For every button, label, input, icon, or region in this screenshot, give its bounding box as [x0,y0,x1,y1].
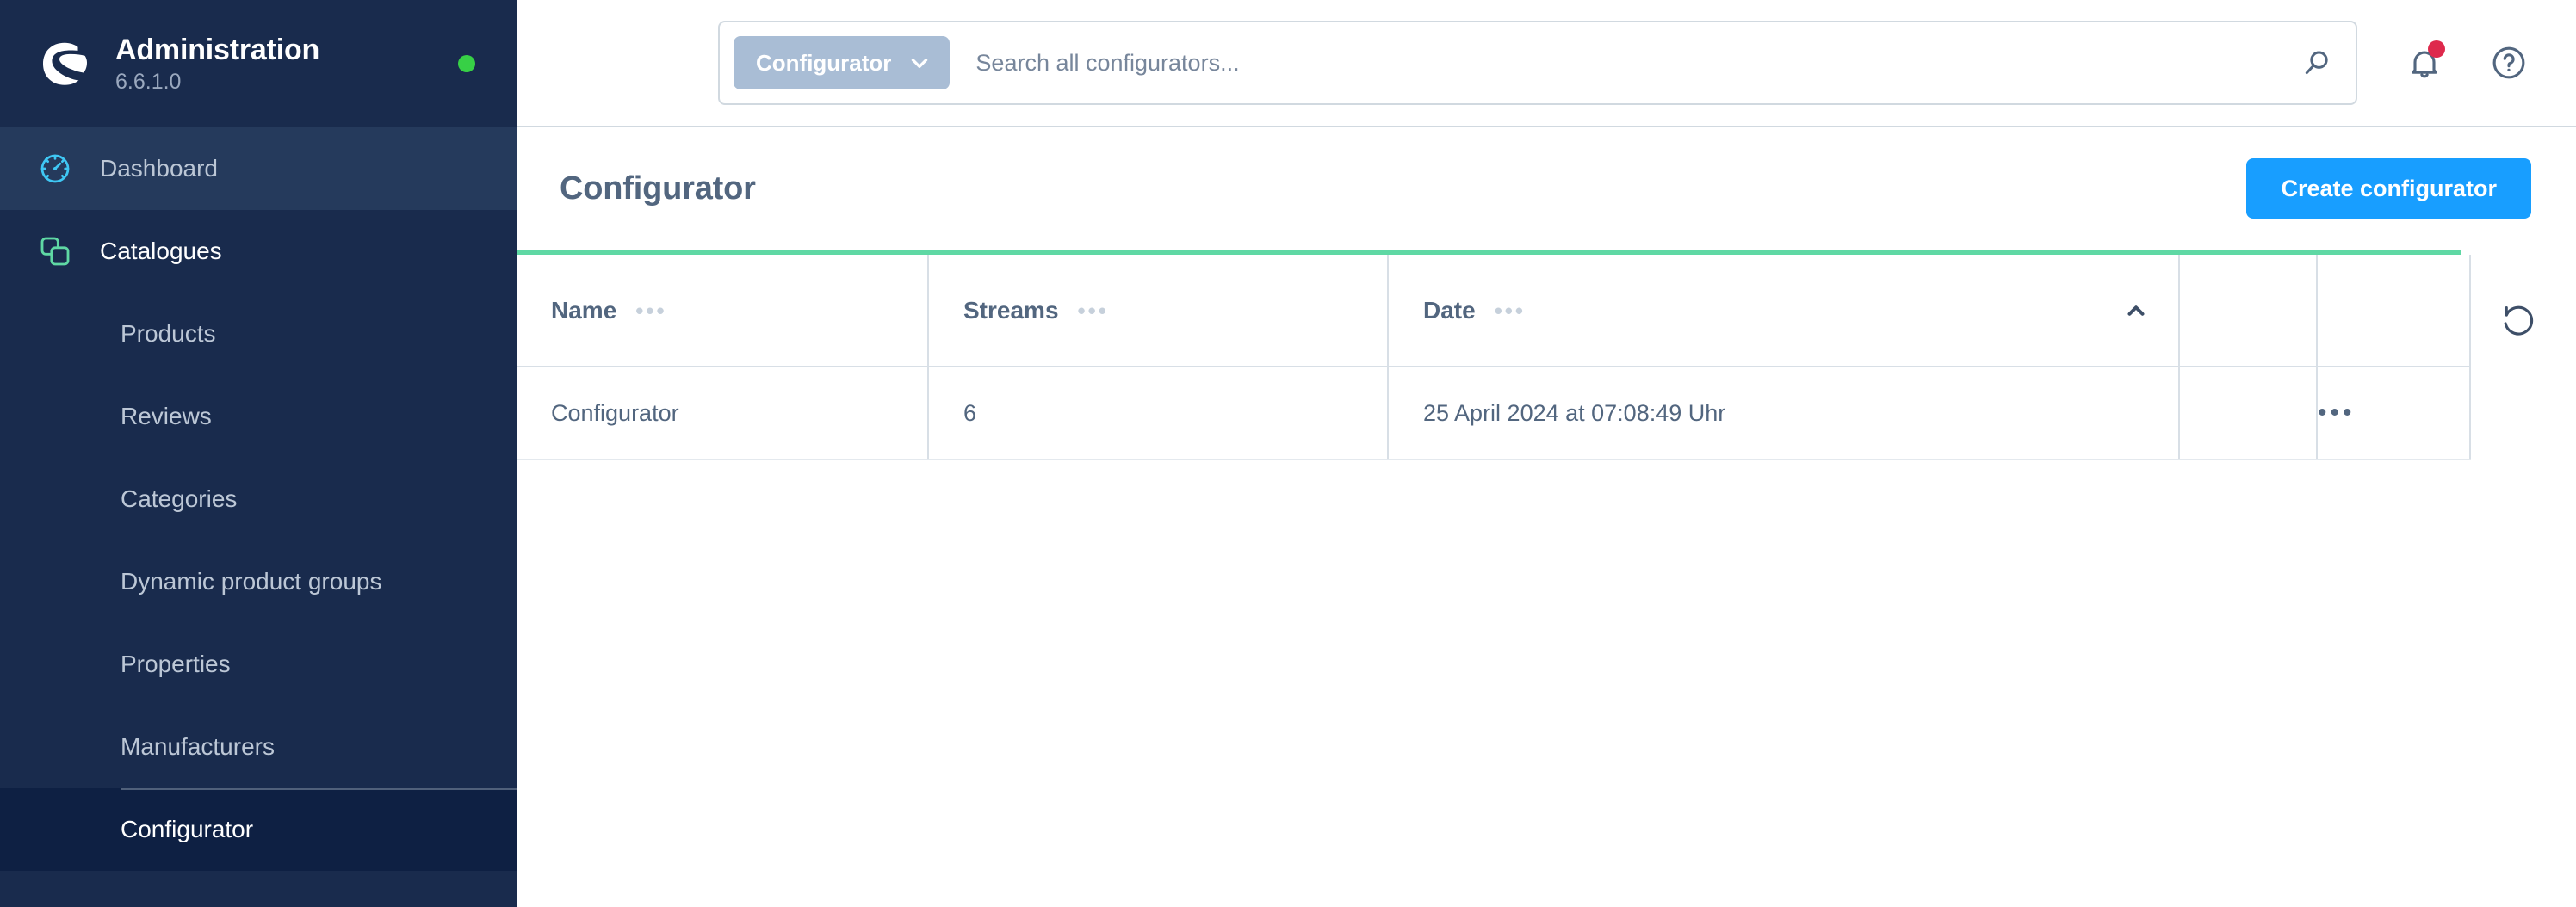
app-version: 6.6.1.0 [115,69,182,94]
table-side-controls [2461,250,2576,907]
sidebar-item-properties[interactable]: Properties [0,623,517,706]
table-area: Name ••• Streams ••• Date ••• Configurat… [517,250,2576,907]
sidebar-item-label: Properties [121,651,231,677]
table-row[interactable]: Configurator 6 25 April 2024 at 07:08:49… [517,367,2471,460]
column-options-icon[interactable]: ••• [1078,299,1109,322]
search-scope-label: Configurator [756,50,892,76]
sidebar-item-label: Catalogues [100,238,222,264]
column-header-spacer-1 [2179,255,2318,367]
table-header-row: Name ••• Streams ••• Date ••• [517,255,2471,367]
column-header-label: Streams [963,296,1059,324]
create-configurator-button[interactable]: Create configurator [2246,158,2531,219]
sidebar-item-dynamic-product-groups[interactable]: Dynamic product groups [0,540,517,623]
sidebar-item-label: Dashboard [100,155,218,182]
column-header-label: Name [551,296,617,324]
speedometer-icon [36,150,74,188]
sidebar-item-dashboard[interactable]: Dashboard [0,127,517,210]
search-icon[interactable] [2294,40,2340,86]
shopware-logo-icon [36,35,93,92]
sidebar: Administration 6.6.1.0 Dashboard Catalog… [0,0,517,907]
sidebar-item-label: Dynamic product groups [121,568,382,595]
cell-spacer-1 [2179,367,2318,460]
column-header-streams[interactable]: Streams ••• [928,255,1389,367]
sidebar-item-categories[interactable]: Categories [0,458,517,540]
bell-icon[interactable] [2402,40,2447,85]
cell-streams: 6 [928,367,1389,460]
topbar: Configurator [517,0,2576,127]
table-body: Configurator 6 25 April 2024 at 07:08:49… [517,367,2471,460]
ellipsis-icon[interactable]: ••• [2318,399,2356,425]
main-navigation: Dashboard Catalogues Products Reviews Ca… [0,127,517,871]
sidebar-item-label: Categories [121,485,238,512]
sidebar-item-label: Configurator [121,816,254,842]
search-input[interactable] [950,37,2294,89]
sidebar-item-label: Reviews [121,403,212,429]
sidebar-item-label: Manufacturers [121,733,275,760]
column-header-date[interactable]: Date ••• [1388,255,2180,367]
page-title: Configurator [560,170,756,207]
page-header: Configurator Create configurator [517,127,2576,250]
cell-row-actions: ••• [2317,367,2471,460]
sidebar-item-catalogues[interactable]: Catalogues [0,210,517,293]
question-circle-icon[interactable] [2486,40,2531,85]
sidebar-item-products[interactable]: Products [0,293,517,375]
configurator-table: Name ••• Streams ••• Date ••• Configurat… [517,255,2471,460]
chevron-up-icon[interactable] [2123,298,2149,324]
notification-badge [2428,40,2445,58]
main-area: Configurator Search all configurators...… [517,0,2576,907]
sidebar-item-configurator[interactable]: Configurator [0,788,517,871]
column-header-label: Date [1423,296,1476,324]
brand-header: Administration 6.6.1.0 [0,0,517,127]
topbar-actions [2402,40,2531,85]
column-header-name[interactable]: Name ••• [517,255,929,367]
table-head: Name ••• Streams ••• Date ••• [517,255,2471,367]
cell-date: 25 April 2024 at 07:08:49 Uhr [1388,367,2180,460]
app-title: Administration [115,33,320,66]
data-grid: Name ••• Streams ••• Date ••• Configurat… [517,250,2471,907]
sidebar-item-reviews[interactable]: Reviews [0,375,517,458]
column-options-icon[interactable]: ••• [1495,299,1526,322]
refresh-reset-icon[interactable] [2497,299,2540,342]
column-options-icon[interactable]: ••• [635,299,666,322]
brand-text: Administration 6.6.1.0 [115,33,319,96]
column-header-spacer-2 [2317,255,2471,367]
cell-name: Configurator [517,367,929,460]
sidebar-item-manufacturers[interactable]: Manufacturers [0,706,517,788]
copy-squares-icon [36,232,74,270]
sidebar-item-label: Products [121,320,216,347]
chevron-down-icon [908,52,931,74]
online-status-dot [458,55,475,72]
global-search-bar[interactable]: Configurator [718,21,2357,105]
search-scope-badge[interactable]: Configurator [734,36,951,89]
admin-app: Administration 6.6.1.0 Dashboard Catalog… [0,0,2576,907]
